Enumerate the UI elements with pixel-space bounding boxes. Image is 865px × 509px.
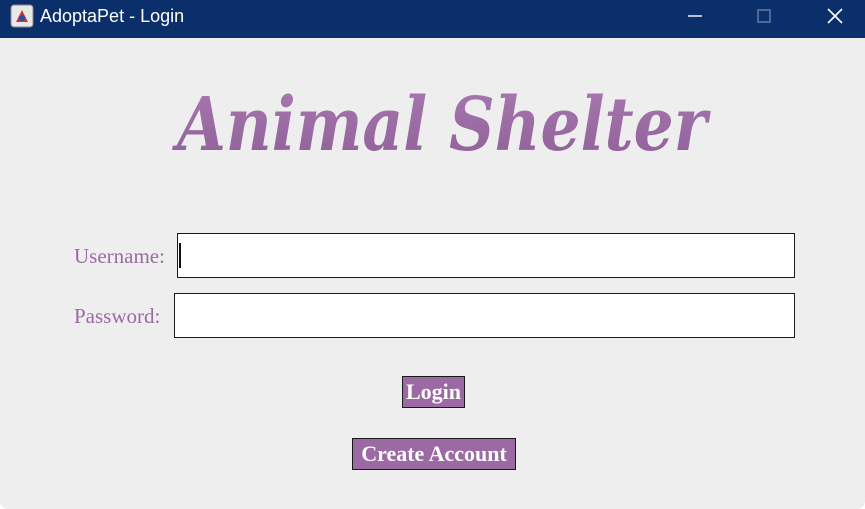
java-app-icon — [10, 4, 34, 28]
minimize-icon — [688, 15, 702, 17]
username-input[interactable] — [177, 233, 795, 278]
close-icon — [827, 8, 843, 24]
close-button[interactable] — [812, 0, 858, 32]
app-window: AdoptaPet - Login Animal Shelter Usernam… — [0, 0, 865, 509]
username-label: Username: — [74, 244, 165, 268]
title-bar[interactable]: AdoptaPet - Login — [0, 0, 865, 38]
password-label: Password: — [74, 304, 161, 328]
minimize-button[interactable] — [672, 0, 718, 32]
maximize-icon — [757, 9, 771, 23]
window-title: AdoptaPet - Login — [40, 6, 185, 26]
logo-text: Animal Shelter — [172, 82, 711, 168]
password-input[interactable] — [174, 293, 795, 338]
text-caret — [179, 243, 181, 268]
shelter-logo: Animal Shelter — [172, 82, 711, 168]
maximize-button[interactable] — [741, 0, 787, 32]
login-button[interactable]: Login — [402, 376, 465, 408]
create-account-button[interactable]: Create Account — [352, 438, 516, 470]
